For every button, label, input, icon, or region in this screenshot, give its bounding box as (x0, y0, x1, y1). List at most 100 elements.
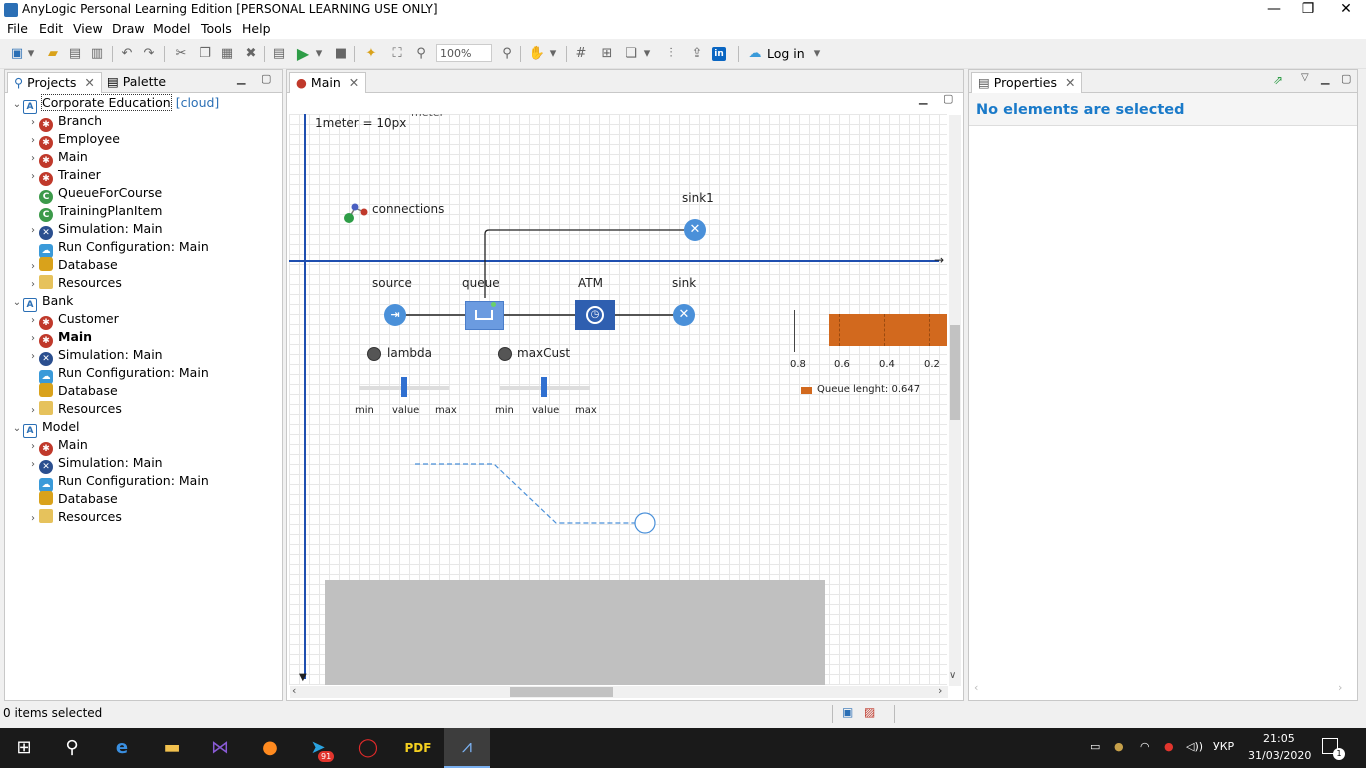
grid-icon[interactable]: # (572, 45, 590, 63)
scroll-right-icon[interactable]: › (1338, 681, 1342, 694)
menu-view[interactable]: View (73, 21, 103, 36)
lambda-param-icon[interactable] (367, 347, 381, 361)
tree-item[interactable]: ☁ Run Configuration: Main (27, 364, 209, 384)
cut-icon[interactable]: ✂ (172, 45, 190, 63)
tree-item[interactable]: ⌄ A Model (11, 418, 80, 438)
vertical-scroll-thumb[interactable] (950, 325, 960, 420)
minimize-panel-icon[interactable]: ▁ (237, 72, 245, 85)
tree-item[interactable]: C QueueForCourse (27, 184, 162, 204)
problems-icon[interactable]: ▨ (864, 705, 875, 719)
anylogic-taskbar-button[interactable]: ⩘ (444, 728, 490, 768)
tree-item[interactable]: ⌄ A Corporate Education [cloud] (11, 94, 219, 114)
login-button[interactable]: Log in (767, 46, 805, 61)
run-dropdown-icon[interactable]: ▾ (314, 45, 324, 63)
copy-icon[interactable]: ❐ (196, 45, 214, 63)
menu-draw[interactable]: Draw (112, 21, 145, 36)
tree-item[interactable]: › ✱ Trainer (27, 166, 101, 186)
tree-item[interactable]: › ✱ Branch (27, 112, 102, 132)
layers-dropdown-icon[interactable]: ▾ (642, 45, 652, 63)
tree-item[interactable]: ⌄ A Bank (11, 292, 73, 312)
vertical-scrollbar[interactable] (949, 115, 961, 686)
wizard-icon[interactable]: ✦ (362, 45, 380, 63)
visual-studio-icon[interactable]: ⋈ (204, 732, 236, 764)
pin-icon[interactable]: ⇗ (1273, 73, 1283, 87)
maxcust-param-icon[interactable] (498, 347, 512, 361)
open-icon[interactable]: ▰ (44, 45, 62, 63)
edge-icon[interactable]: e (106, 732, 138, 764)
close-tab-icon[interactable]: ✕ (84, 75, 94, 90)
tab-projects[interactable]: ⚲ Projects ✕ (7, 72, 102, 93)
maximize-panel-icon[interactable]: ▢ (261, 72, 271, 85)
chevron-right-icon[interactable]: › (27, 510, 39, 528)
zoom-level-field[interactable]: 100% (436, 44, 492, 62)
tree-item[interactable]: › ✱ Main (27, 328, 92, 348)
maxcust-slider-thumb[interactable] (541, 377, 547, 397)
sink-block[interactable]: ✕ (673, 304, 695, 326)
clock-time[interactable]: 21:05 (1263, 732, 1295, 745)
properties-hscroll[interactable]: ‹ › (972, 681, 1354, 695)
chevron-down-icon[interactable]: ⌄ (11, 96, 23, 114)
tree-item[interactable]: Database (27, 382, 118, 400)
tree-item[interactable]: › ✕ Simulation: Main (27, 454, 163, 474)
restore-button[interactable]: ❐ (1288, 0, 1328, 20)
queue-block[interactable] (465, 301, 504, 330)
zoom-out-icon[interactable]: ⚲ (412, 45, 430, 63)
new-dropdown-icon[interactable]: ▾ (26, 45, 36, 63)
search-icon[interactable]: ⚲ (56, 732, 88, 764)
close-window-button[interactable]: ✕ (1326, 0, 1366, 20)
stop-icon[interactable]: ■ (332, 45, 350, 63)
maximize-panel-icon[interactable]: ▢ (1341, 72, 1351, 85)
close-tab-icon[interactable]: ✕ (349, 75, 359, 90)
sink1-block[interactable]: ✕ (684, 219, 706, 241)
console-icon[interactable]: ▣ (842, 705, 853, 719)
battery-icon[interactable]: ▭ (1090, 740, 1100, 753)
grey-rectangle-shape[interactable] (325, 580, 825, 685)
pdf-reader-icon[interactable]: PDF (402, 732, 434, 764)
undo-icon[interactable]: ↶ (118, 45, 136, 63)
tree-item[interactable]: › Resources (27, 274, 122, 292)
volume-icon[interactable]: ◁)) (1186, 740, 1203, 753)
tree-item[interactable]: › Resources (27, 508, 122, 526)
save-all-icon[interactable]: ▥ (88, 45, 106, 63)
tree-item[interactable]: ☁ Run Configuration: Main (27, 472, 209, 492)
delete-icon[interactable]: ✖ (242, 45, 260, 63)
lambda-slider-thumb[interactable] (401, 377, 407, 397)
tree-item[interactable]: › Database (27, 256, 118, 274)
tab-main[interactable]: ● Main ✕ (289, 72, 367, 93)
tray-chrome-icon[interactable]: ● (1164, 740, 1174, 753)
run-icon[interactable]: ▶ (294, 45, 312, 63)
minimize-panel-icon[interactable]: ▁ (1321, 72, 1329, 85)
linkedin-icon[interactable]: in (712, 47, 726, 61)
tree-item[interactable]: › Resources (27, 400, 122, 418)
redo-icon[interactable]: ↷ (140, 45, 158, 63)
menu-tools[interactable]: Tools (201, 21, 232, 36)
clock-date[interactable]: 31/03/2020 (1248, 749, 1311, 762)
file-explorer-icon[interactable]: ▬ (156, 732, 188, 764)
menu-model[interactable]: Model (153, 21, 191, 36)
scroll-right-icon[interactable]: › (938, 684, 942, 697)
pan-hand-icon[interactable]: ✋ (528, 45, 546, 63)
horizontal-scroll-thumb[interactable] (510, 687, 613, 697)
chevron-down-icon[interactable]: ⌄ (11, 420, 23, 438)
layers-icon[interactable]: ❏ (622, 45, 640, 63)
scroll-down-icon[interactable]: ∨ (949, 670, 956, 681)
zoom-fit-icon[interactable]: ⛶ (388, 45, 406, 63)
login-dropdown-icon[interactable]: ▾ (810, 45, 824, 63)
tree-item[interactable]: ☁ Run Configuration: Main (27, 238, 209, 258)
tray-app-icon[interactable]: ● (1114, 740, 1124, 753)
menu-file[interactable]: File (7, 21, 28, 36)
scroll-left-icon[interactable]: ‹ (974, 681, 978, 694)
snap-grid-icon[interactable]: ⊞ (598, 45, 616, 63)
view-menu-icon[interactable]: ▽ (1301, 72, 1309, 83)
pan-dropdown-icon[interactable]: ▾ (548, 45, 558, 63)
source-block[interactable]: ⇥ (384, 304, 406, 326)
scroll-left-icon[interactable]: ‹ (292, 684, 296, 697)
windows-start-icon[interactable]: ⊞ (8, 732, 40, 764)
tree-item[interactable]: › ✱ Employee (27, 130, 120, 150)
menu-help[interactable]: Help (242, 21, 271, 36)
new-model-icon[interactable]: ▣ (8, 45, 26, 63)
opera-icon[interactable]: ◯ (352, 732, 384, 764)
menu-edit[interactable]: Edit (39, 21, 63, 36)
tab-properties[interactable]: ▤ Properties ✕ (971, 72, 1083, 93)
tree-item[interactable]: C TrainingPlanItem (27, 202, 162, 222)
